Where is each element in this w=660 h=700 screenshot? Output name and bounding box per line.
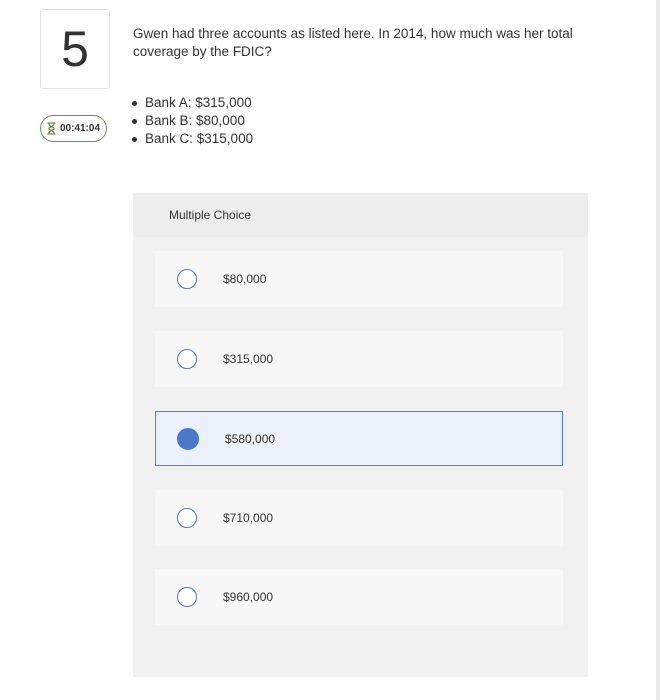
question-text: Gwen had three accounts as listed here. … [133,26,573,59]
timer-badge: 00:41:04 [40,115,107,142]
choice-option-2[interactable]: $315,000 [155,331,563,387]
scrollbar-track[interactable] [656,0,660,700]
choice-label: $80,000 [223,272,267,286]
hourglass-icon [47,122,56,135]
list-item: Bank A: $315,000 [129,94,253,112]
bullet-icon [132,101,137,106]
choice-option-5[interactable]: $960,000 [155,569,563,625]
list-item: Bank B: $80,000 [129,112,253,130]
choice-option-4[interactable]: $710,000 [155,490,563,546]
bullet-icon [132,119,137,124]
radio-button[interactable] [177,269,197,289]
timer-text: 00:41:04 [59,123,101,134]
choice-label: $960,000 [223,590,274,604]
bullet-icon [132,137,137,142]
list-item-text: Bank A: $315,000 [145,95,252,110]
question-number: 5 [40,9,110,89]
choice-label: $580,000 [225,431,276,446]
choice-option-3[interactable]: $580,000 [155,411,563,466]
radio-button-selected[interactable] [177,427,199,450]
choice-option-1[interactable]: $80,000 [155,251,563,307]
list-item: Bank C: $315,000 [129,130,253,148]
account-list: Bank A: $315,000 Bank B: $80,000 Bank C:… [129,94,253,148]
question-page: 5 00:41:04 Gwen had three accounts as li… [0,0,660,700]
multiple-choice-header: Multiple Choice [133,193,588,237]
radio-button[interactable] [177,508,197,528]
choice-label: $710,000 [223,511,274,525]
radio-button[interactable] [177,587,197,607]
list-item-text: Bank B: $80,000 [145,113,245,128]
radio-button[interactable] [177,349,197,369]
choice-label: $315,000 [223,352,274,366]
list-item-text: Bank C: $315,000 [145,131,254,146]
multiple-choice-panel: Multiple Choice $80,000 $315,000 $580,00… [133,193,588,677]
